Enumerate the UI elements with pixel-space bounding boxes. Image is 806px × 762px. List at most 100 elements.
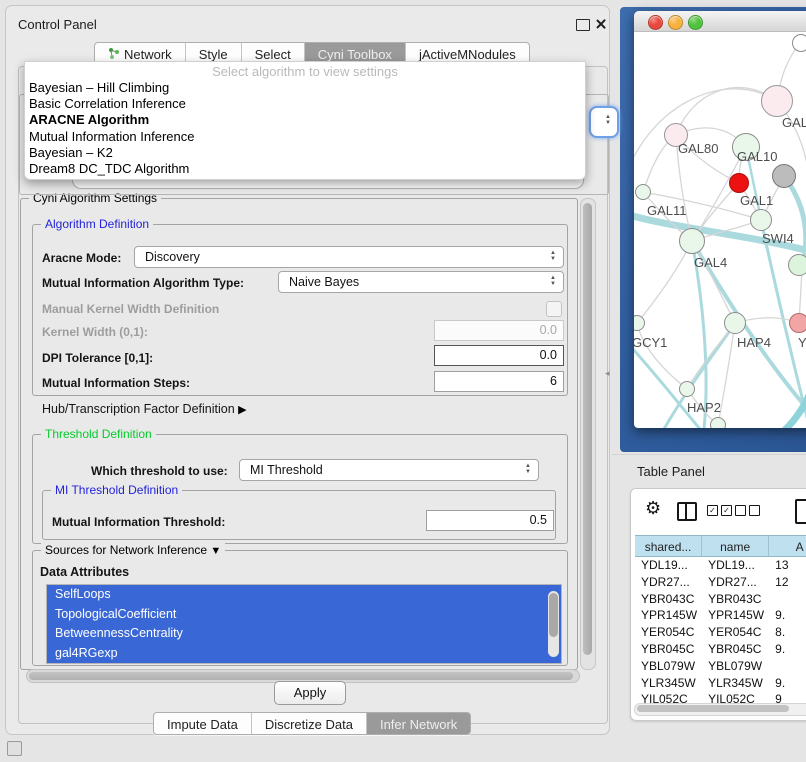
select-all-checkboxes-icon[interactable]: ✓✓ (707, 505, 732, 516)
apply-button[interactable]: Apply (274, 681, 346, 705)
settings-vscroll-thumb[interactable] (583, 203, 592, 655)
dropdown-placeholder: Select algorithm to view settings (25, 62, 585, 80)
network-canvas[interactable]: GALGAL80GAL10GAL11GAL1GAL4SWI4GCY1HAP4YH… (634, 32, 806, 428)
column-header-2[interactable]: name (702, 535, 769, 557)
gear-icon[interactable]: ⚙ (645, 498, 661, 519)
tab-impute-data[interactable]: Impute Data (154, 713, 252, 734)
close-light-icon[interactable] (648, 15, 663, 30)
table-cell: YBR043C (635, 591, 702, 608)
node-red[interactable] (729, 173, 749, 193)
table-cell: YBR043C (702, 591, 769, 608)
data-attributes-list: SelfLoopsTopologicalCoefficientBetweenne… (46, 584, 562, 664)
data-attributes-label: Data Attributes (40, 565, 129, 579)
attribute-item[interactable]: gal4RGexp (47, 644, 561, 664)
node-hap2-label: HAP2 (687, 400, 721, 415)
table-cell: YLR345W (702, 675, 769, 692)
table-header-row: shared...nameA (635, 535, 806, 557)
mi-threshold-field[interactable]: 0.5 (426, 510, 554, 531)
node-gal4[interactable] (679, 228, 705, 254)
table-row[interactable]: YER054CYER054C8. (635, 624, 806, 641)
attribute-item[interactable]: BetweennessCentrality (47, 624, 561, 644)
node-hap4[interactable] (724, 312, 746, 334)
close-panel-icon[interactable] (595, 18, 607, 30)
minimize-light-icon[interactable] (668, 15, 683, 30)
tab-infer-network[interactable]: Infer Network (367, 713, 470, 734)
table-row[interactable]: YLR345WYLR345W9. (635, 675, 806, 692)
node-gcy1-label: GCY1 (634, 335, 667, 350)
sources-group-title[interactable]: Sources for Network Inference ▼ (41, 543, 225, 557)
combo-spinner-icon: ▲▼ (550, 250, 556, 262)
column-header-3[interactable]: A (769, 535, 806, 557)
node-gal11-label: GAL11 (647, 203, 687, 218)
kernel-width-field[interactable]: 0.0 (434, 320, 564, 341)
collapsed-panel-icon[interactable] (7, 741, 22, 756)
which-threshold-combo[interactable]: MI Threshold ▲▼ (239, 459, 539, 481)
algorithm-option[interactable]: ARACNE Algorithm (25, 112, 585, 128)
table-cell: 13 (769, 557, 806, 574)
table-body: YDL19...YDL19...13YDR27...YDR27...12YBR0… (635, 557, 806, 708)
attributes-scroll-thumb[interactable] (549, 593, 558, 637)
deselect-all-checkboxes-icon[interactable] (735, 505, 760, 516)
settings-hscroll-thumb[interactable] (29, 672, 573, 680)
algorithm-combo-focused-fragment[interactable]: ▲▼ (589, 106, 619, 138)
mi-type-combo[interactable]: Naive Bayes ▲▼ (278, 271, 564, 293)
tab-discretize-data[interactable]: Discretize Data (252, 713, 367, 734)
table-row[interactable]: YPR145WYPR145W9. (635, 607, 806, 624)
table-row[interactable]: YBR043CYBR043C (635, 591, 806, 608)
algorithm-option[interactable]: Bayesian – Hill Climbing (25, 80, 585, 96)
dpi-tolerance-field[interactable]: 0.0 (434, 345, 564, 366)
tab-label: jActiveMNodules (419, 47, 516, 62)
table-hscroll-thumb[interactable] (637, 705, 789, 712)
table-row[interactable]: YDR27...YDR27...12 (635, 574, 806, 591)
algorithm-option[interactable]: Mutual Information Inference (25, 129, 585, 145)
mi-threshold-label: Mutual Information Threshold: (52, 515, 225, 529)
table-toolbar: ⚙ ✓✓ (631, 489, 806, 533)
hub-definition-toggle[interactable]: Hub/Transcription Factor Definition ▶ (42, 402, 247, 416)
node-top-partial[interactable] (792, 34, 806, 52)
algorithm-definition-title: Algorithm Definition (41, 217, 153, 231)
table-row[interactable]: YBR045CYBR045C9. (635, 641, 806, 658)
table-panel-title: Table Panel (637, 464, 705, 479)
float-window-icon[interactable] (576, 19, 590, 31)
node-gray[interactable] (772, 164, 796, 188)
manual-kernel-label: Manual Kernel Width Definition (42, 302, 219, 316)
table-cell (769, 658, 806, 675)
mi-steps-field[interactable]: 6 (434, 371, 564, 392)
node-hap2[interactable] (679, 381, 695, 397)
attributes-list-scrollbar[interactable] (548, 591, 559, 657)
table-cell: YER054C (702, 624, 769, 641)
node-gal1[interactable] (750, 209, 772, 231)
algorithm-option[interactable]: Basic Correlation Inference (25, 96, 585, 112)
node-gal[interactable] (761, 85, 793, 117)
table-row[interactable]: YDL19...YDL19...13 (635, 557, 806, 574)
table-panel: ⚙ ✓✓ shared...nameA YDL19...YDL19...13YD… (630, 488, 806, 721)
node-bottom[interactable] (710, 417, 726, 428)
dpi-tolerance-label: DPI Tolerance [0,1]: (42, 351, 153, 365)
node-y[interactable] (789, 313, 806, 333)
zoom-light-icon[interactable] (688, 15, 703, 30)
aracne-mode-combo[interactable]: Discovery ▲▼ (134, 246, 564, 268)
node-swi4[interactable] (788, 254, 806, 276)
network-window-titlebar[interactable] (634, 11, 806, 32)
node-gal11[interactable] (635, 184, 651, 200)
algorithm-option[interactable]: Dream8 DC_TDC Algorithm (25, 161, 585, 177)
table-horizontal-scrollbar[interactable] (634, 703, 806, 716)
threshold-definition-title: Threshold Definition (41, 427, 156, 441)
attribute-item[interactable]: TopologicalCoefficient (47, 605, 561, 625)
algorithm-option[interactable]: Bayesian – K2 (25, 145, 585, 161)
table-cell: YBR045C (702, 641, 769, 658)
columns-icon[interactable] (677, 502, 697, 521)
settings-vertical-scrollbar[interactable] (580, 198, 596, 670)
node-gal80-label: GAL80 (678, 141, 718, 156)
table-cell: 12 (769, 574, 806, 591)
aracne-mode-label: Aracne Mode: (42, 251, 121, 265)
manual-kernel-checkbox[interactable] (546, 301, 562, 317)
table-cell: 9. (769, 675, 806, 692)
splitter-collapse-icon[interactable]: ◂ (605, 368, 610, 379)
table-cell: YER054C (635, 624, 702, 641)
table-cell: YBR045C (635, 641, 702, 658)
table-row[interactable]: YBL079WYBL079W (635, 658, 806, 675)
attribute-item[interactable]: SelfLoops (47, 585, 561, 605)
document-icon[interactable] (795, 499, 806, 524)
column-header-1[interactable]: shared... (635, 535, 702, 557)
